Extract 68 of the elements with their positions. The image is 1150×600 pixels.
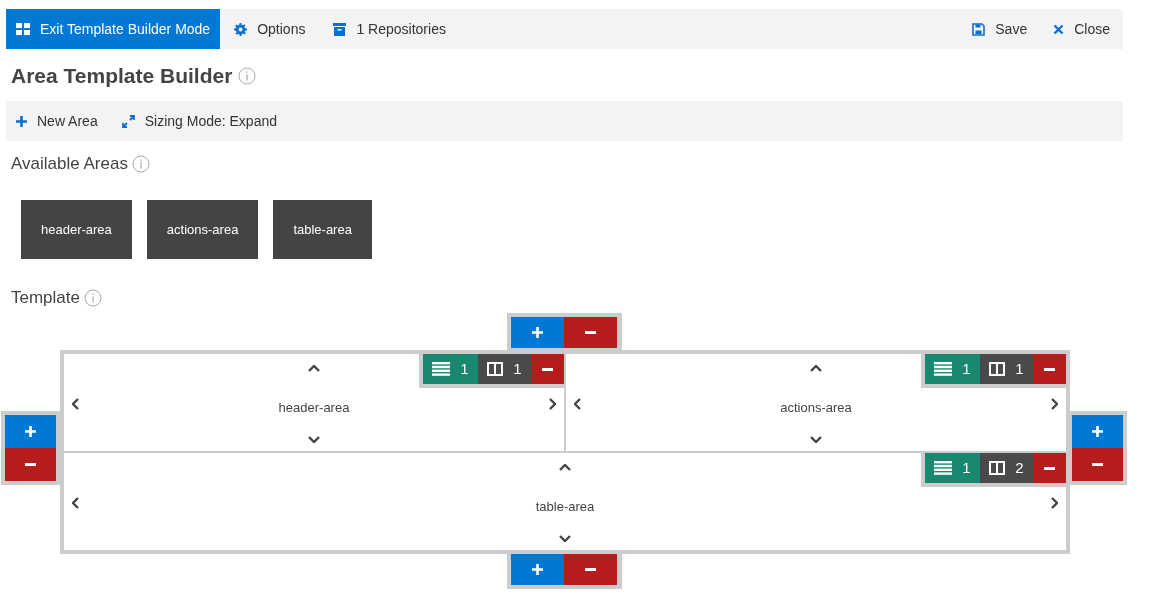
expand-icon [121,114,135,128]
chevron-left-icon[interactable] [72,398,79,410]
row-span-badge[interactable]: 1 [925,453,980,483]
info-icon [131,155,150,173]
area-name: table-area [535,499,595,514]
remove-button[interactable] [1033,453,1066,483]
toolbar-button[interactable]: Exit Template Builder Mode [6,9,221,49]
info-icon [84,289,102,307]
save-icon [972,22,986,36]
toolbar-button[interactable]: New Area [16,110,98,132]
chevron-down-icon[interactable] [559,535,571,542]
area-chip[interactable]: table-area [273,200,372,259]
toolbar-button[interactable]: Sizing Mode: Expand [121,110,277,132]
chevron-left-icon[interactable] [72,497,79,509]
info-icon [238,67,257,85]
toolbar-button[interactable]: Options [220,9,320,49]
add-button[interactable] [511,317,564,348]
rows-icon [432,362,451,376]
toolbar-button[interactable]: Save [959,9,1041,49]
plus-icon [25,426,36,437]
page-title: Area Template Builder [11,63,233,90]
area-name: header-area [278,400,350,415]
section-heading: Available Areas [11,153,128,176]
columns-icon [989,362,1006,376]
plus-icon [1092,426,1103,437]
add-button[interactable] [511,554,564,585]
section-heading: Template [11,287,80,310]
chevron-right-icon[interactable] [1051,497,1058,509]
column-span-badge[interactable]: 1 [478,354,531,384]
chevron-left-icon[interactable] [574,398,581,410]
chevron-right-icon[interactable] [549,398,556,410]
toolbar-button[interactable]: 1 Repositories [319,9,460,49]
archive-icon [333,22,347,36]
chevron-down-icon[interactable] [308,436,320,443]
row-span-badge[interactable]: 1 [423,354,478,384]
columns-icon [487,362,504,376]
area-chip[interactable]: header-area [21,200,132,259]
plus-icon [532,327,543,338]
area-name: actions-area [780,400,852,415]
rows-icon [934,362,953,376]
rows-icon [934,461,953,475]
toolbar-button[interactable]: Close [1040,9,1123,49]
close-icon [1053,23,1065,35]
columns-icon [989,461,1006,475]
chevron-up-icon[interactable] [559,464,571,471]
area-chip[interactable]: actions-area [146,200,259,259]
minus-icon [542,367,553,371]
remove-button[interactable] [1033,354,1066,384]
chevron-down-icon[interactable] [810,436,822,443]
minus-icon [1044,466,1055,470]
minus-icon [1092,463,1103,466]
plus-icon [532,564,543,575]
row-span-badge[interactable]: 1 [925,354,980,384]
minus-icon [585,568,596,571]
add-button[interactable] [5,415,56,448]
plus-icon [16,115,27,127]
column-span-badge[interactable]: 1 [980,354,1033,384]
minus-icon [585,331,596,334]
chevron-up-icon[interactable] [308,365,320,372]
grid-icon [16,23,30,35]
minus-icon [25,463,36,466]
chevron-up-icon[interactable] [810,365,822,372]
add-button[interactable] [1072,415,1123,448]
gear-icon [234,22,248,36]
column-span-badge[interactable]: 2 [980,453,1033,483]
remove-button[interactable] [531,354,564,384]
minus-icon [1044,367,1055,371]
chevron-right-icon[interactable] [1051,398,1058,410]
